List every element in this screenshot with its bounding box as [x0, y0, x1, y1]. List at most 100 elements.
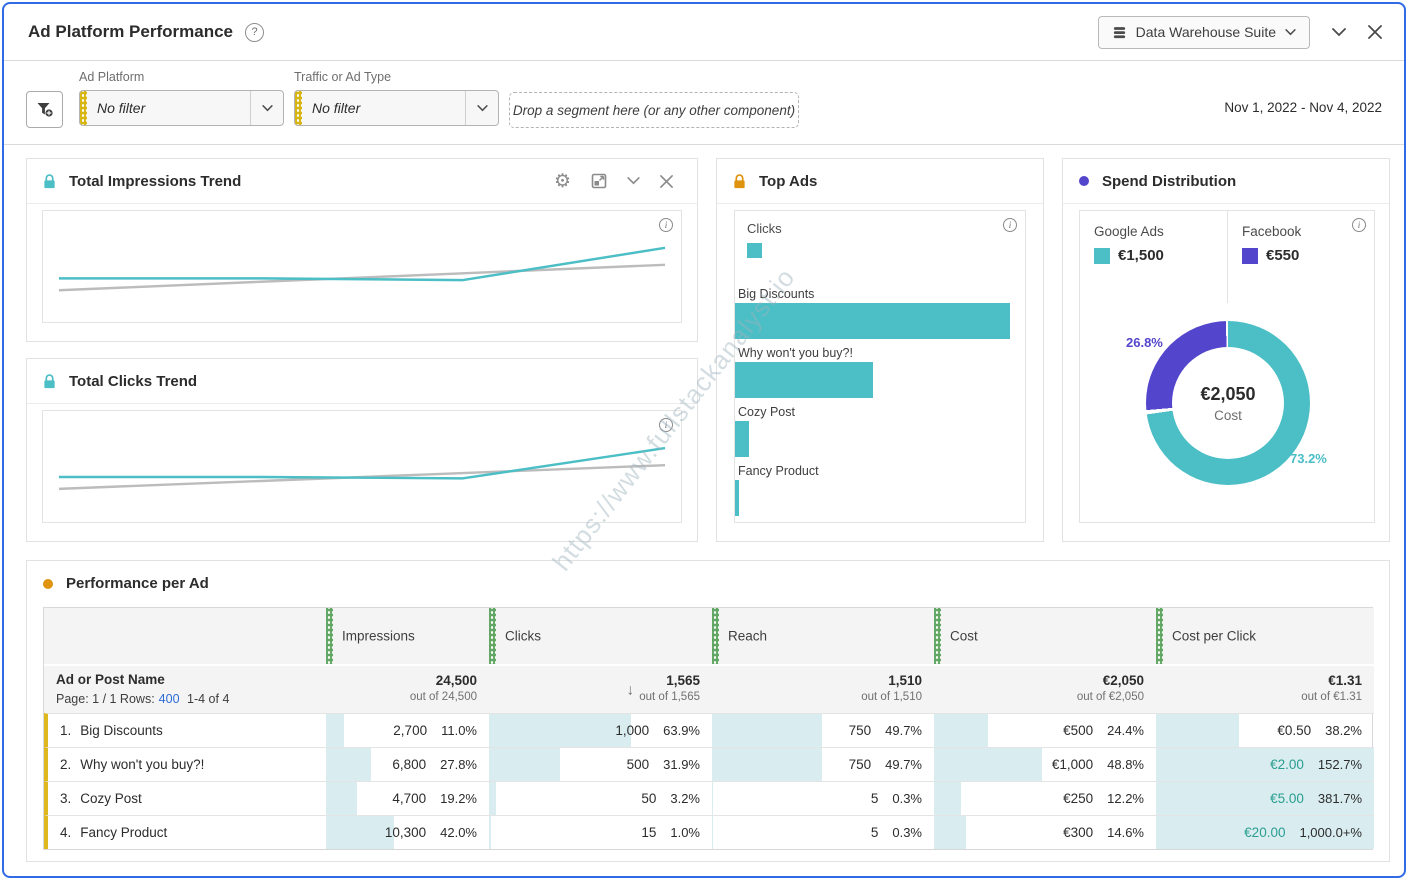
panel-title: Performance per Ad: [66, 575, 209, 592]
cell-fill-bar: [934, 816, 966, 849]
table-cell-impressions[interactable]: 4,70019.2%: [326, 781, 489, 815]
settings-gear-icon[interactable]: ⚙: [554, 172, 571, 191]
table-cell-reach[interactable]: 50.3%: [712, 781, 934, 815]
table-cell-cost[interactable]: €50024.4%: [934, 713, 1156, 747]
column-header-reach[interactable]: Reach: [712, 608, 934, 664]
header: Ad Platform Performance ? Data Warehouse…: [4, 4, 1404, 61]
table-cell-impressions[interactable]: 6,80027.8%: [326, 747, 489, 781]
spend-distribution-chart[interactable]: i Google Ads €1,500 Facebook €550 26.8% …: [1079, 210, 1375, 523]
table-cell-reach[interactable]: 50.3%: [712, 815, 934, 849]
bar-why-won-t-you-buy-[interactable]: [735, 362, 873, 398]
cell-percentage: 1.0%: [670, 825, 700, 840]
add-filter-button[interactable]: [26, 91, 63, 128]
metric-strip: [934, 608, 941, 664]
table-row-name[interactable]: 2.Why won't you buy?!: [44, 747, 326, 781]
traffic-filter-select[interactable]: No filter: [294, 90, 499, 126]
collapse-chevron-icon[interactable]: [1332, 28, 1346, 37]
table-cell-clicks[interactable]: 1,00063.9%: [489, 713, 712, 747]
cell-fill-bar: [326, 714, 344, 747]
bar-big-discounts[interactable]: [735, 303, 1010, 339]
table-cell-cost-per-click[interactable]: €20.001,000.0+%: [1156, 815, 1374, 849]
cell-value: 6,800: [392, 757, 426, 772]
table-cell-clicks[interactable]: 503.2%: [489, 781, 712, 815]
row-name-label: Cozy Post: [80, 791, 142, 806]
table-row-name[interactable]: 4.Fancy Product: [44, 815, 326, 849]
funnel-plus-icon: [35, 100, 54, 119]
database-icon: [1112, 25, 1127, 40]
info-icon[interactable]: i: [659, 418, 673, 432]
traffic-filter-value: No filter: [312, 100, 360, 116]
cell-percentage: 0.3%: [892, 791, 922, 806]
purple-dot-icon: [1079, 176, 1089, 186]
name-column-header: Ad or Post Name: [56, 672, 326, 687]
column-header-label: Reach: [728, 629, 767, 644]
column-header-label: Impressions: [342, 629, 415, 644]
donut-ring[interactable]: €2,050 Cost: [1146, 321, 1310, 485]
orange-dot-icon: [43, 579, 53, 589]
chevron-down-icon: [1285, 29, 1296, 36]
bar-fancy-product[interactable]: [735, 480, 739, 516]
cell-value: €500: [1063, 723, 1093, 738]
donut-center: €2,050 Cost: [1172, 347, 1284, 459]
top-ads-bar-group: Cozy Post: [735, 405, 1019, 457]
info-icon[interactable]: i: [659, 218, 673, 232]
chevron-down-icon: [250, 91, 283, 125]
table-cell-cost-per-click[interactable]: €5.00381.7%: [1156, 781, 1374, 815]
legend-item-google-ads[interactable]: Google Ads €1,500: [1080, 211, 1227, 303]
chevron-down-icon: [465, 91, 498, 125]
table-cell-clicks[interactable]: 151.0%: [489, 815, 712, 849]
column-header-cost-per-click[interactable]: Cost per Click: [1156, 608, 1374, 664]
sort-descending-icon[interactable]: ↓: [627, 681, 635, 698]
table-cell-cost-per-click[interactable]: €0.5038.2%: [1156, 713, 1374, 747]
clicks-trend-chart[interactable]: i: [42, 410, 682, 523]
column-header-clicks[interactable]: Clicks: [489, 608, 712, 664]
collapse-panel-icon[interactable]: [627, 177, 640, 185]
table-cell-cost[interactable]: €1,00048.8%: [934, 747, 1156, 781]
panel-title: Total Clicks Trend: [69, 373, 197, 390]
table-cell-impressions[interactable]: 10,30042.0%: [326, 815, 489, 849]
column-header-label: Cost per Click: [1172, 629, 1256, 644]
table-cell-clicks[interactable]: 50031.9%: [489, 747, 712, 781]
bar-cozy-post[interactable]: [735, 421, 749, 457]
cell-percentage: 12.2%: [1107, 791, 1144, 806]
column-header-impressions[interactable]: Impressions: [326, 608, 489, 664]
panel-performance-table: Performance per Ad Impressions Clicks Reac…: [26, 560, 1390, 862]
cell-value: 750: [849, 723, 872, 738]
table-cell-reach[interactable]: 750 49.7%: [712, 713, 934, 747]
table-cell-cost-per-click[interactable]: €2.00152.7%: [1156, 747, 1374, 781]
donut-center-value: €2,050: [1200, 384, 1255, 405]
table-row-name[interactable]: 3.Cozy Post: [44, 781, 326, 815]
cell-fill-bar: [489, 816, 491, 849]
top-ads-chart[interactable]: i Clicks Big DiscountsWhy won't you buy?…: [734, 210, 1026, 523]
table-cell-impressions[interactable]: 2,70011.0%: [326, 713, 489, 747]
close-panel-icon[interactable]: [660, 175, 673, 188]
help-icon[interactable]: ?: [245, 23, 264, 42]
lock-icon: [43, 174, 56, 189]
top-ads-bar-group: Why won't you buy?!: [735, 346, 1019, 398]
info-icon[interactable]: i: [1003, 218, 1017, 232]
total-cell-reach: 1,510out of 1,510: [712, 664, 934, 713]
table-cell-cost[interactable]: €30014.6%: [934, 815, 1156, 849]
table-row-name[interactable]: 1.Big Discounts: [44, 713, 326, 747]
date-range[interactable]: Nov 1, 2022 - Nov 4, 2022: [1224, 100, 1382, 115]
table-cell-cost[interactable]: €25012.2%: [934, 781, 1156, 815]
ad-platform-filter-select[interactable]: No filter: [79, 90, 284, 126]
column-header-cost[interactable]: Cost: [934, 608, 1156, 664]
impressions-trend-chart[interactable]: i: [42, 210, 682, 323]
cell-percentage: 19.2%: [440, 791, 477, 806]
legend-item-facebook[interactable]: Facebook €550: [1227, 211, 1374, 303]
panel-top-ads: Top Ads i Clicks Big DiscountsWhy won't …: [716, 158, 1044, 542]
panel-impressions-trend: Total Impressions Trend ⚙ i: [26, 158, 698, 342]
total-cell-cost-per-click: €1.31out of €1.31: [1156, 664, 1374, 713]
rows-per-page-link[interactable]: 400: [159, 692, 180, 706]
cell-fill-bar: [326, 782, 357, 815]
segment-drop-zone[interactable]: Drop a segment here (or any other compon…: [509, 92, 799, 128]
metric-strip: [1156, 608, 1163, 664]
close-icon[interactable]: [1368, 25, 1382, 39]
report-suite-button[interactable]: Data Warehouse Suite: [1098, 16, 1310, 49]
cell-percentage: 49.7%: [885, 723, 922, 738]
cell-fill-bar: [712, 714, 822, 747]
table-cell-reach[interactable]: 75049.7%: [712, 747, 934, 781]
export-icon[interactable]: [591, 173, 607, 189]
cell-value: 5: [871, 825, 879, 840]
